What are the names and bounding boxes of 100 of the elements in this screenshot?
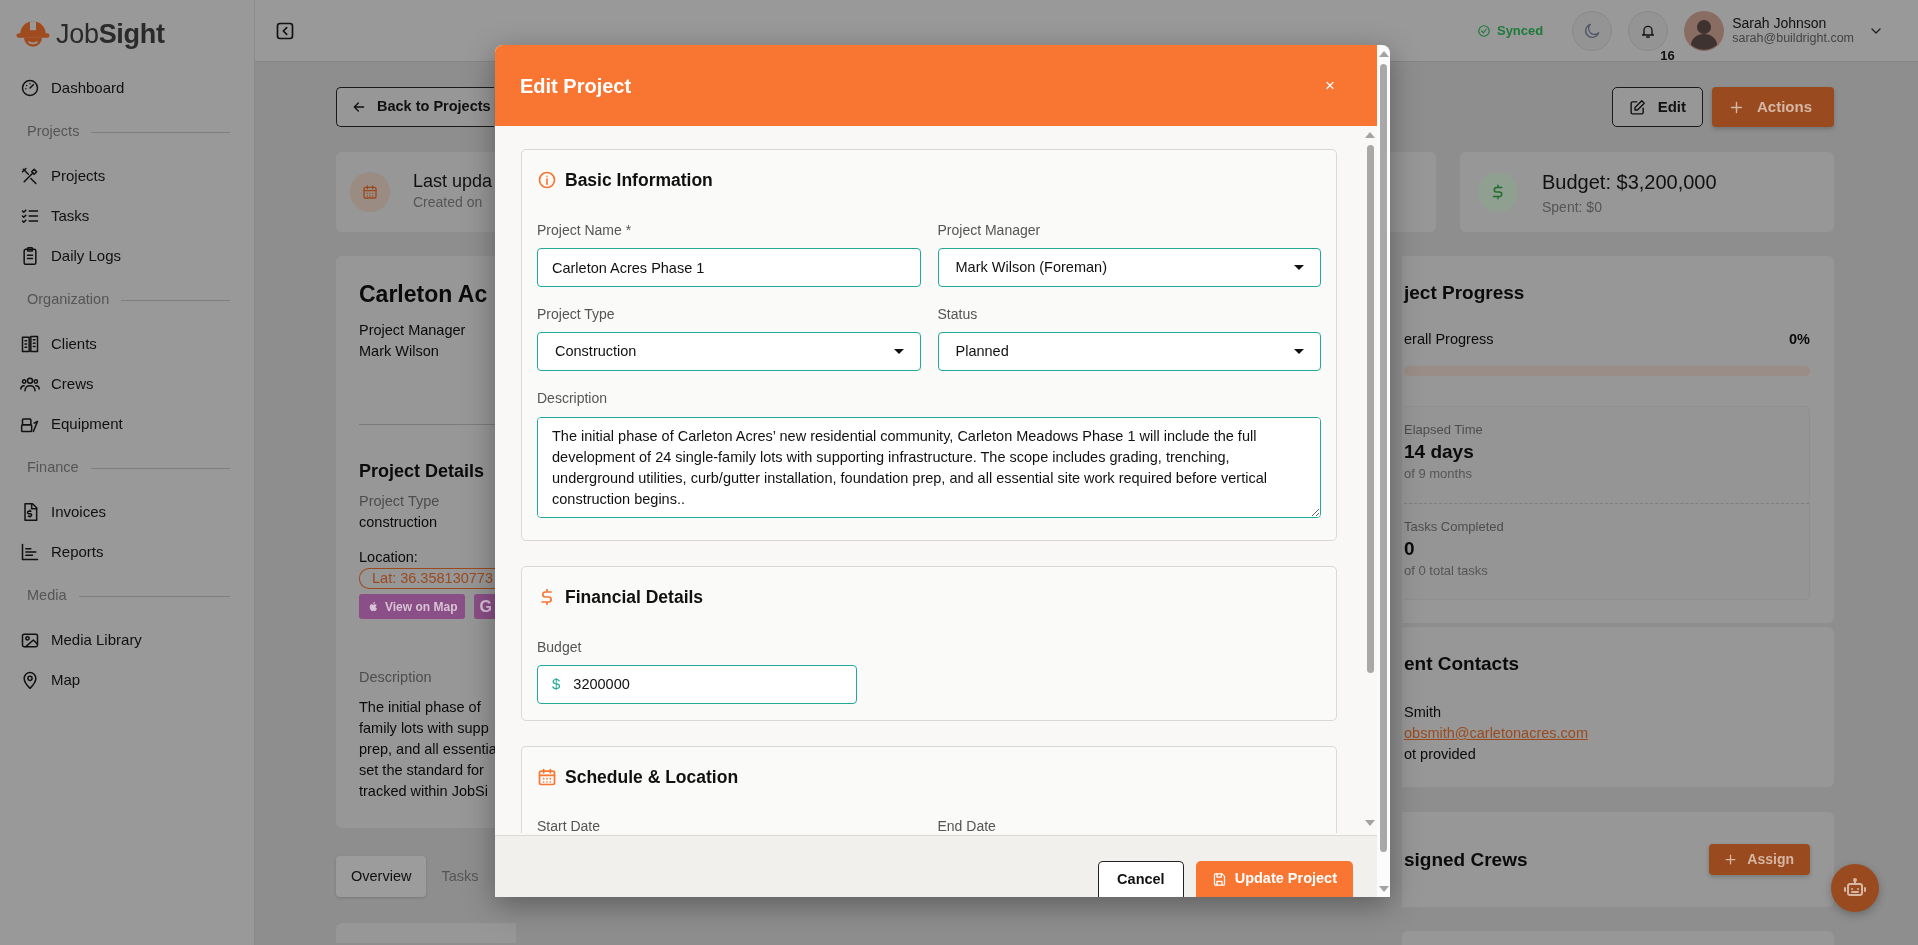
field-label: Project Name * bbox=[537, 221, 633, 240]
card-title: ject Progress bbox=[1404, 281, 1526, 305]
field-label: Description bbox=[359, 668, 433, 687]
calendar-icon bbox=[537, 767, 557, 787]
info-icon bbox=[537, 170, 557, 190]
card-title: signed Crews bbox=[1404, 847, 1528, 872]
people-icon bbox=[20, 374, 40, 394]
description-line: The initial phase of bbox=[359, 698, 482, 717]
gauge-icon bbox=[20, 78, 40, 98]
stat-value: 0 bbox=[1404, 537, 1416, 561]
stat-note: of 9 months bbox=[1404, 465, 1473, 483]
field-label: Start Date bbox=[537, 817, 602, 835]
budget-input[interactable]: 3200000 bbox=[573, 673, 842, 696]
cancel-button[interactable]: Cancel bbox=[1098, 861, 1184, 897]
sidebar-item[interactable]: Daily Logs bbox=[0, 236, 254, 276]
logo-text: JobSight bbox=[56, 17, 165, 51]
stat-title: Budget: $3,200,000 bbox=[1542, 169, 1717, 195]
stat-subtitle: Created on bbox=[413, 193, 484, 213]
sidebar-item[interactable]: Projects bbox=[0, 156, 254, 196]
description-line: prep, and all essentia bbox=[359, 740, 498, 759]
field-label: Project Type bbox=[359, 492, 441, 511]
tab[interactable]: Overview bbox=[336, 856, 427, 897]
assistant-button[interactable] bbox=[1831, 864, 1879, 912]
dropdown[interactable]: Construction bbox=[537, 332, 921, 371]
section-heading: Project Details bbox=[359, 460, 486, 483]
coordinates-tag: Lat: 36.358130773 bbox=[359, 568, 495, 589]
section-title: Financial Details bbox=[565, 585, 704, 609]
field-label: Budget bbox=[537, 638, 583, 657]
stat-label: Tasks Completed bbox=[1404, 518, 1505, 536]
section-heading: Organization bbox=[27, 290, 110, 310]
arrow-left-icon bbox=[351, 99, 367, 115]
description-line: tracked within JobSi bbox=[359, 782, 489, 801]
dropdown[interactable]: Planned bbox=[937, 332, 1321, 371]
bar-chart-icon bbox=[20, 542, 40, 562]
stat-label: Elapsed Time bbox=[1404, 421, 1484, 439]
progress-label: erall Progress bbox=[1404, 330, 1494, 349]
budget-field[interactable]: $ 3200000 bbox=[537, 665, 857, 704]
tools-icon bbox=[20, 166, 40, 186]
sidebar-item[interactable]: Media Library bbox=[0, 620, 254, 660]
notification-count: 16 bbox=[1660, 48, 1675, 62]
field-value: Mark Wilson bbox=[359, 342, 440, 361]
back-button[interactable]: Back to Projects bbox=[336, 87, 494, 127]
image-icon bbox=[20, 630, 40, 650]
sidebar-toggle-button[interactable] bbox=[275, 20, 295, 41]
caret-icon bbox=[1294, 349, 1304, 354]
stat-note: of 0 total tasks bbox=[1404, 562, 1489, 580]
field-label: Project Manager bbox=[359, 321, 467, 340]
progress-percent: 0% bbox=[1789, 330, 1810, 349]
caret-icon bbox=[1294, 265, 1304, 270]
project-title: Carleton Ac bbox=[359, 280, 489, 308]
avatar[interactable] bbox=[1684, 10, 1725, 51]
sidebar-item[interactable]: Clients bbox=[0, 324, 254, 364]
section-heading: Media bbox=[27, 586, 67, 606]
stat-value: 14 days bbox=[1404, 440, 1475, 464]
sidebar-item[interactable]: Map bbox=[0, 660, 254, 700]
field-label: Description bbox=[537, 389, 609, 408]
clipboard-icon bbox=[20, 246, 40, 266]
field-label: End Date bbox=[937, 817, 997, 835]
scrollbar[interactable] bbox=[1377, 45, 1390, 897]
map-button[interactable]: View on Map bbox=[359, 594, 466, 619]
plus-icon bbox=[1723, 852, 1739, 867]
sync-status: Synced bbox=[1496, 21, 1544, 40]
sidebar-item[interactable]: Crews bbox=[0, 364, 254, 404]
field-label: Project Manager bbox=[937, 221, 1042, 240]
description-line: set the standard for bbox=[359, 761, 485, 780]
edit-button[interactable]: Edit bbox=[1611, 87, 1703, 127]
sidebar-item[interactable]: Invoices bbox=[0, 492, 254, 532]
map-button[interactable]: G bbox=[474, 594, 498, 619]
description-textarea[interactable]: The initial phase of Carleton Acres’ new residential community, Carleton Meadows Phase 1 will include the full development of 24 single-family lots with supporting infrastructure. The scope includes grading, trenching, underground utilities, curb/gutter installation, foundation prep, and all essential site work required before vertical construction begins.. bbox=[537, 417, 1321, 518]
edit-icon bbox=[1628, 98, 1646, 116]
card-title: ent Contacts bbox=[1404, 652, 1521, 676]
stat-title: Last upda bbox=[413, 170, 493, 193]
save-icon bbox=[1211, 871, 1227, 887]
sidebar-item[interactable]: Reports bbox=[0, 532, 254, 572]
field-value: construction bbox=[359, 513, 439, 532]
contact-phone: ot provided bbox=[1404, 745, 1477, 764]
field-label: Location: bbox=[359, 548, 419, 567]
sidebar-item[interactable]: Dashboard bbox=[0, 68, 254, 108]
user-email: sarah@buildright.com bbox=[1732, 31, 1854, 47]
checklist-icon bbox=[20, 206, 40, 226]
text-input[interactable]: Carleton Acres Phase 1 bbox=[537, 248, 921, 287]
user-name: Sarah Johnson bbox=[1732, 14, 1828, 32]
sidebar-item[interactable]: Tasks bbox=[0, 196, 254, 236]
field-label: Status bbox=[937, 305, 979, 324]
field-label: Project Type bbox=[537, 305, 616, 324]
contact-name: Smith bbox=[1404, 703, 1443, 722]
stat-subtitle: Spent: $0 bbox=[1542, 197, 1603, 217]
section-heading: Projects bbox=[27, 122, 80, 142]
map-pin-icon bbox=[20, 670, 40, 690]
dropdown[interactable]: Mark Wilson (Foreman) bbox=[937, 248, 1321, 287]
apple-icon bbox=[367, 600, 380, 613]
section-title: Schedule & Location bbox=[565, 765, 739, 789]
modal-title: Edit Project bbox=[520, 73, 632, 99]
description-line: family lots with supp bbox=[359, 719, 490, 738]
section-title: Basic Information bbox=[565, 168, 713, 192]
check-circle-icon bbox=[1476, 23, 1491, 38]
section-heading: Finance bbox=[27, 458, 79, 478]
collapse-icon bbox=[275, 20, 295, 41]
sidebar-item[interactable]: Equipment bbox=[0, 404, 254, 444]
caret-icon bbox=[893, 349, 904, 354]
